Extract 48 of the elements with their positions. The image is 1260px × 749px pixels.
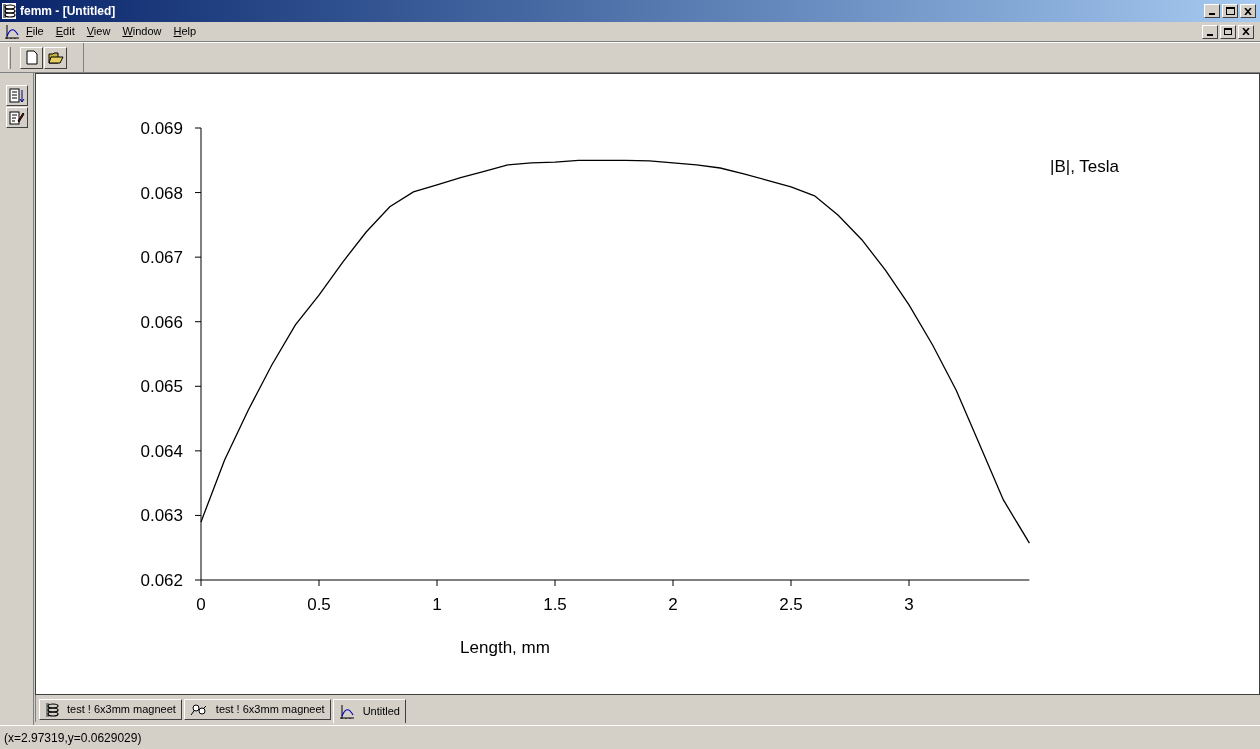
y-tick-label: 0.063 [140,506,183,526]
document-tab[interactable]: test ! 6x3mm magneet [183,699,331,720]
minimize-button[interactable] [1204,4,1220,18]
x-axis-title: Length, mm [460,638,550,657]
close-icon [1244,7,1252,15]
app-icon [2,3,16,19]
close-button[interactable] [1240,4,1256,18]
y-tick-label: 0.068 [140,183,183,203]
probe-icon [189,702,208,717]
window-title: femm - [Untitled] [20,3,117,20]
plot-curve-icon [338,703,355,720]
new-document-button[interactable] [20,46,43,69]
document-tab[interactable]: Untitled [332,699,406,723]
document-tab[interactable]: test ! 6x3mm magneet [39,699,182,720]
child-close-button[interactable] [1238,24,1254,39]
menu-item[interactable]: Edit [49,23,81,40]
document-plot-icon [4,23,20,40]
coil-icon [45,701,59,718]
menu-item[interactable]: Window [116,23,168,40]
y-tick-label: 0.062 [140,571,183,590]
folder-icon [47,51,64,64]
x-tick-label: 0.5 [307,595,331,614]
menu-item[interactable]: File [20,23,50,40]
sort-list-button[interactable] [5,85,28,106]
y-tick-label: 0.067 [140,248,183,268]
page-pencil-icon [8,109,25,126]
y-tick-label: 0.069 [140,119,183,138]
x-tick-label: 2.5 [779,595,803,614]
x-tick-label: 1.5 [543,595,567,614]
status-text: (x=2.97319,y=0.0629029) [4,729,142,747]
list-down-arrow-icon [8,87,25,104]
maximize-button[interactable] [1222,4,1238,18]
x-tick-label: 3 [904,595,914,614]
child-restore-button[interactable] [1220,24,1236,39]
y-tick-label: 0.065 [140,377,183,397]
child-minimize-button[interactable] [1202,24,1218,39]
blank-page-icon [25,50,38,65]
menu-item[interactable]: View [80,23,117,40]
legend-label: |B|, Tesla [1050,157,1119,176]
close-icon [1242,28,1250,35]
edit-properties-button[interactable] [5,107,28,128]
y-tick-label: 0.064 [140,441,183,461]
y-tick-label: 0.066 [140,312,183,332]
open-folder-button[interactable] [44,46,67,69]
menu-item[interactable]: Help [167,23,203,40]
x-tick-label: 1 [432,595,442,614]
x-tick-label: 0 [196,595,206,614]
x-tick-label: 2 [668,595,678,614]
